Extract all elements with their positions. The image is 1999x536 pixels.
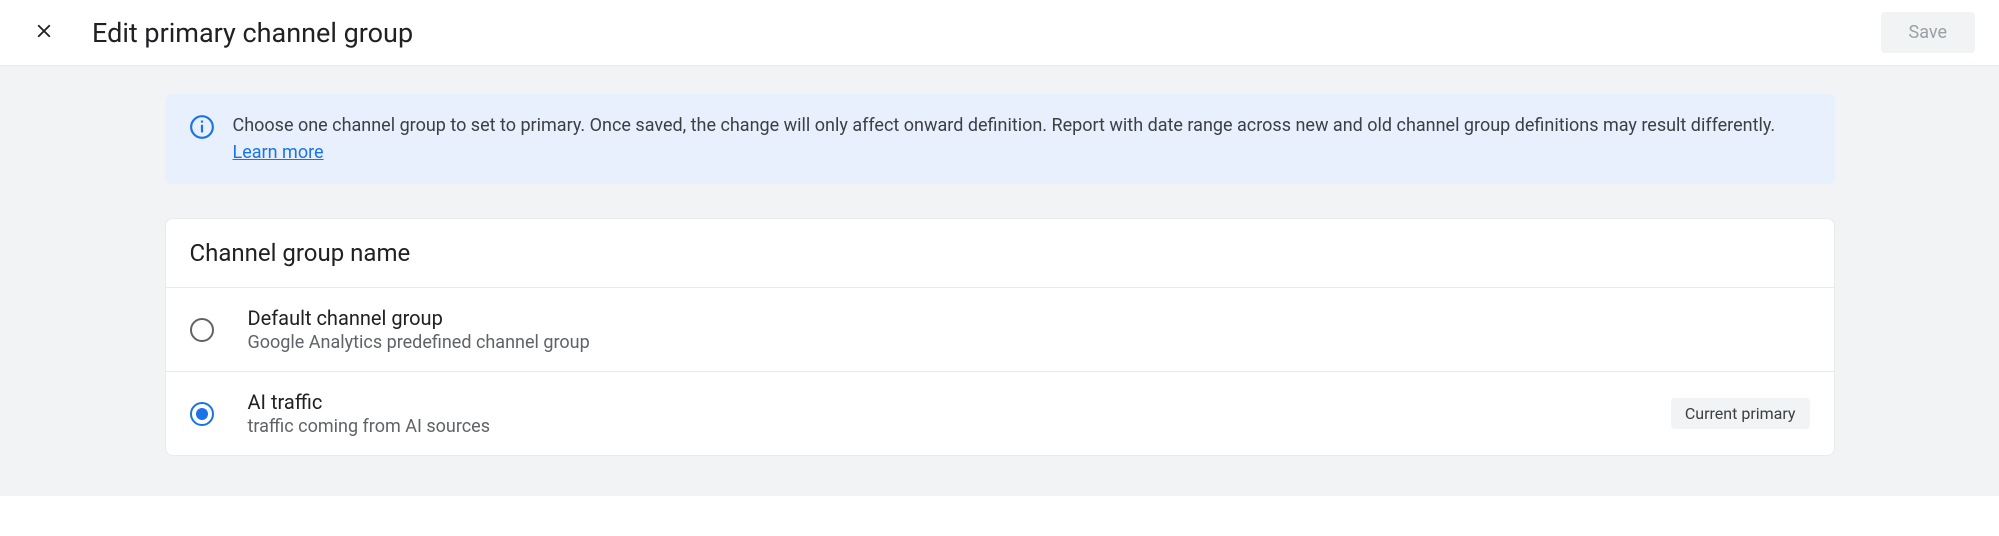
option-desc: traffic coming from AI sources xyxy=(248,416,1637,437)
content-area: Choose one channel group to set to prima… xyxy=(0,66,1999,496)
info-icon xyxy=(189,112,215,145)
learn-more-link[interactable]: Learn more xyxy=(233,142,324,163)
close-icon xyxy=(33,20,55,45)
info-banner: Choose one channel group to set to prima… xyxy=(165,94,1835,184)
dialog-header: Edit primary channel group Save xyxy=(0,0,1999,66)
option-title: AI traffic xyxy=(248,390,1637,414)
page-title: Edit primary channel group xyxy=(92,17,1881,49)
current-primary-badge: Current primary xyxy=(1671,398,1810,429)
card-header-title: Channel group name xyxy=(190,239,1810,267)
option-text: Default channel group Google Analytics p… xyxy=(248,306,1810,353)
radio-ai-traffic[interactable] xyxy=(190,402,214,426)
channel-group-option-default[interactable]: Default channel group Google Analytics p… xyxy=(166,288,1834,372)
channel-group-option-ai-traffic[interactable]: AI traffic traffic coming from AI source… xyxy=(166,372,1834,455)
card-header: Channel group name xyxy=(166,219,1834,288)
info-message: Choose one channel group to set to prima… xyxy=(233,115,1776,136)
option-title: Default channel group xyxy=(248,306,1810,330)
close-button[interactable] xyxy=(24,13,64,53)
info-text: Choose one channel group to set to prima… xyxy=(233,112,1811,166)
option-text: AI traffic traffic coming from AI source… xyxy=(248,390,1637,437)
option-desc: Google Analytics predefined channel grou… xyxy=(248,332,1810,353)
radio-default[interactable] xyxy=(190,318,214,342)
channel-group-card: Channel group name Default channel group… xyxy=(165,218,1835,456)
save-button[interactable]: Save xyxy=(1881,12,1976,53)
